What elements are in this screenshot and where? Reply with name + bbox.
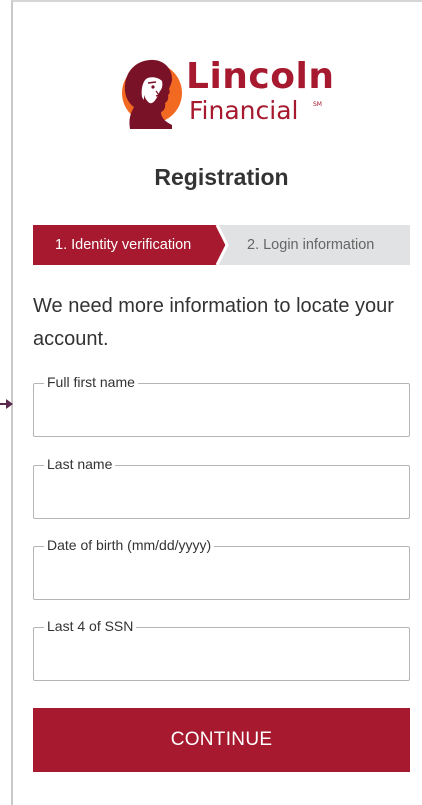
last-name-field[interactable]: Last name — [33, 456, 410, 519]
page-title: Registration — [154, 164, 289, 190]
logo-wordmark-line2: Financial — [189, 96, 299, 125]
registration-steps: 2. Login information 1. Identity verific… — [33, 225, 410, 265]
step-label: 1. Identity verification — [55, 237, 192, 253]
date-of-birth-label: Date of birth (mm/dd/yyyy) — [44, 537, 215, 553]
last-name-label: Last name — [44, 456, 116, 472]
intro-text: We need more information to locate your … — [33, 295, 394, 350]
service-mark: SM — [313, 101, 322, 108]
step-label: 2. Login information — [247, 237, 375, 253]
date-of-birth-field[interactable]: Date of birth (mm/dd/yyyy) — [33, 537, 410, 600]
continue-button[interactable]: CONTINUE — [33, 708, 410, 772]
ssn-last4-input[interactable] — [43, 638, 398, 672]
last-name-input[interactable] — [43, 476, 398, 510]
lincoln-profile-icon — [122, 59, 182, 129]
first-name-input[interactable] — [43, 394, 398, 428]
first-name-label: Full first name — [44, 374, 138, 390]
ssn-last4-label: Last 4 of SSN — [44, 618, 137, 634]
logo-wordmark-line1: Lincoln — [186, 56, 335, 97]
date-of-birth-input[interactable] — [43, 557, 398, 591]
ssn-last4-field[interactable]: Last 4 of SSN — [33, 618, 410, 681]
arrow-right-icon — [0, 399, 13, 409]
first-name-field[interactable]: Full first name — [33, 374, 410, 437]
lincoln-financial-logo: Lincoln Financial SM — [112, 55, 342, 135]
